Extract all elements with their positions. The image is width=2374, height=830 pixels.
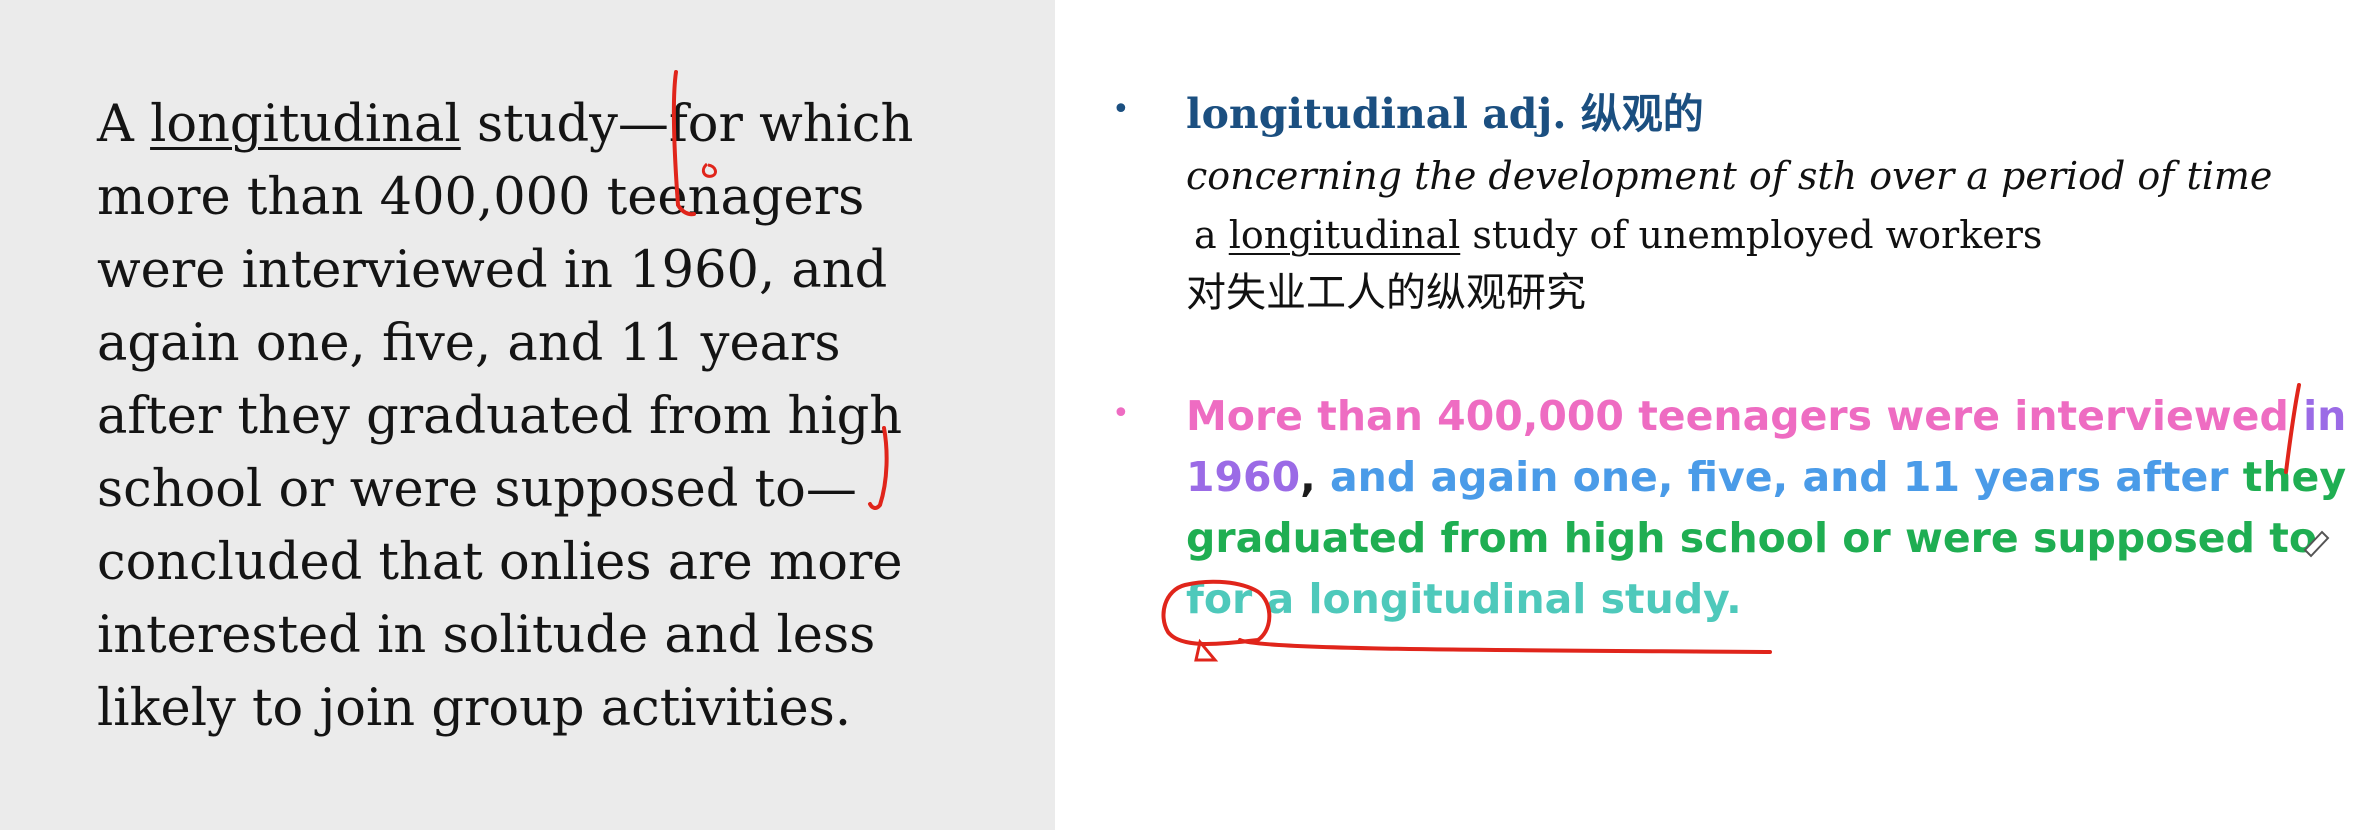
vocab-entry: longitudinal adj. 纵观的 concerning the dev… xyxy=(1186,82,2366,322)
vocab-example: a longitudinal study of unemployed worke… xyxy=(1186,206,2366,264)
left-panel: A longitudinal study—for which more than… xyxy=(0,0,1055,830)
rewrite-bullet: • xyxy=(1112,396,1130,431)
passage-line-4: again one, five, and 11 years xyxy=(97,314,841,373)
rewrite-segment-purpose: for a longitudinal study. xyxy=(1186,575,1742,623)
vocab-bullet: • xyxy=(1112,92,1130,127)
passage-line-6: school or were supposed to— xyxy=(97,460,857,519)
passage-word-a: A xyxy=(97,95,134,154)
passage-line-3: were interviewed in 1960, and xyxy=(97,241,888,300)
passage-line-1-rest: study—for which xyxy=(460,95,914,154)
passage-line-2: more than 400,000 teenagers xyxy=(97,168,865,227)
vocab-example-article: a xyxy=(1194,213,1217,257)
rewrite-segment-again: and again one, five, and 11 years after xyxy=(1315,453,2243,501)
rewritten-sentence: More than 400,000 teenagers were intervi… xyxy=(1186,386,2366,630)
passage-text: A longitudinal study—for which more than… xyxy=(97,88,997,745)
vocab-example-rest: study of unemployed workers xyxy=(1460,213,2043,257)
vocab-definition: concerning the development of sth over a… xyxy=(1186,154,2273,198)
passage-line-5: after they graduated from high xyxy=(97,387,903,446)
vocab-translation: 对失业工人的纵观研究 xyxy=(1186,270,1586,316)
vocab-example-underlined-word: longitudinal xyxy=(1228,213,1461,257)
passage-line-7: concluded that onlies are more xyxy=(97,533,903,592)
passage-line-8: interested in solitude and less xyxy=(97,606,876,665)
rewrite-segment-comma: , xyxy=(1300,453,1316,501)
passage-underlined-word: longitudinal xyxy=(150,95,461,154)
rewrite-segment-subject: More than 400,000 teenagers were intervi… xyxy=(1186,392,2304,440)
vocab-headword: longitudinal adj. 纵观的 xyxy=(1186,90,1704,138)
passage-line-9: likely to join group activities. xyxy=(97,679,852,738)
